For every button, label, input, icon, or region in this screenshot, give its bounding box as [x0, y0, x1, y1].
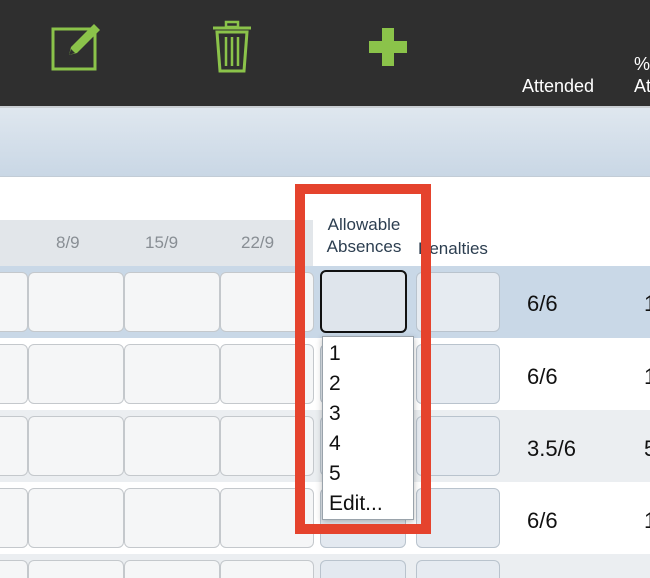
highlight-box: [295, 184, 431, 534]
percent-value: 1: [644, 291, 650, 317]
date-header: 15/9: [145, 233, 179, 252]
date-header: 8/9: [56, 233, 80, 252]
penalties-cell[interactable]: [416, 560, 500, 578]
edit-button[interactable]: [44, 16, 108, 76]
attended-value: 6/6: [527, 364, 558, 389]
delete-button[interactable]: [202, 18, 262, 76]
attended-column-label: Attended: [522, 76, 595, 96]
attended-value: 6/6: [527, 291, 558, 316]
attendance-cell[interactable]: [124, 416, 220, 476]
attended-value: 6/6: [527, 508, 558, 533]
attendance-cell[interactable]: [0, 416, 28, 476]
percent-value: 1: [644, 364, 650, 390]
attendance-cell[interactable]: [124, 560, 220, 578]
edit-icon: [51, 24, 100, 71]
percent-column-label-line1: %: [634, 54, 650, 74]
attendance-cell[interactable]: [124, 488, 220, 548]
attended-value: 3.5/6: [527, 436, 576, 461]
attendance-cell[interactable]: [0, 488, 28, 548]
attendance-cell[interactable]: [124, 272, 220, 332]
percent-value: 1: [644, 508, 650, 534]
allowable-absences-select[interactable]: [320, 560, 406, 578]
attendance-cell[interactable]: [28, 488, 124, 548]
percent-column-label-line2: At: [634, 76, 650, 96]
attendance-cell[interactable]: [220, 560, 314, 578]
attendance-cell[interactable]: [0, 272, 28, 332]
toolbar: Attended % At: [0, 0, 650, 106]
attendance-cell[interactable]: [28, 560, 124, 578]
attendance-cell[interactable]: [0, 560, 28, 578]
date-header: 22/9: [241, 233, 275, 252]
attendance-cell[interactable]: [0, 344, 28, 404]
trash-icon: [213, 20, 251, 73]
attendance-cell[interactable]: [28, 272, 124, 332]
filter-band: [0, 108, 650, 176]
percent-value: 5: [644, 436, 650, 462]
attendance-cell[interactable]: [28, 344, 124, 404]
add-button[interactable]: [360, 22, 416, 72]
attendance-cell[interactable]: [124, 344, 220, 404]
attendance-cell[interactable]: [28, 416, 124, 476]
plus-icon: [369, 28, 407, 66]
